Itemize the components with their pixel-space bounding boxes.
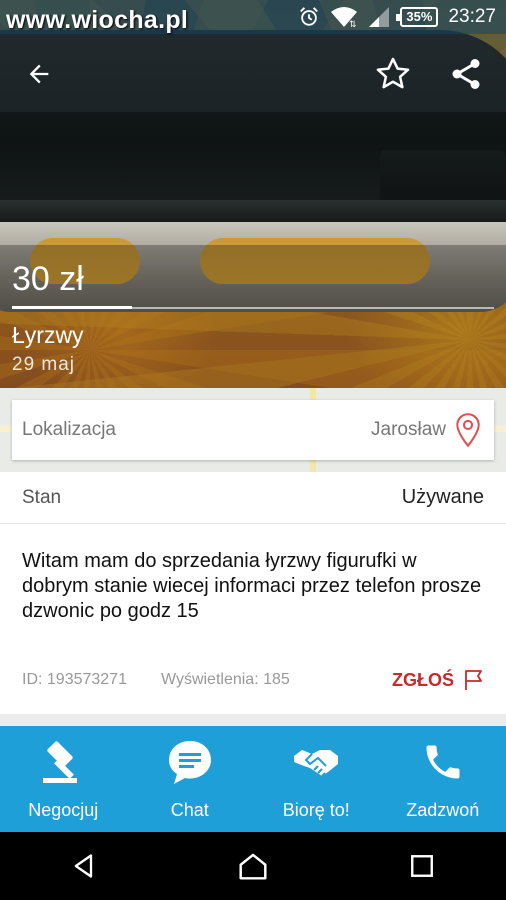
section-gap xyxy=(0,714,506,726)
phone-icon xyxy=(426,745,460,779)
system-nav-bar xyxy=(0,832,506,900)
wifi-icon: ⇅ xyxy=(331,7,358,28)
negotiate-icon-wrap xyxy=(0,726,127,790)
flag-icon xyxy=(465,670,482,690)
report-label: ZGŁOŚ xyxy=(392,669,454,690)
status-icons: ⇅ 35% 23:27 xyxy=(298,5,496,29)
nav-home-icon xyxy=(239,853,267,880)
location-city: Jarosław xyxy=(371,419,446,440)
handshake-icon xyxy=(294,750,339,777)
back-button[interactable] xyxy=(15,50,63,98)
clock: 23:27 xyxy=(448,6,496,27)
listing-meta: ID: 193573271 Wyświetlenia: 185 ZGŁOŚ xyxy=(22,668,484,692)
call-icon-wrap xyxy=(380,726,506,790)
svg-text:⇅: ⇅ xyxy=(349,19,357,28)
buy-now-button[interactable]: Biorę to! xyxy=(253,726,380,832)
nav-home-button[interactable] xyxy=(223,836,283,896)
favorite-button[interactable] xyxy=(369,50,417,98)
map-pin-icon xyxy=(456,413,480,448)
battery-icon: 35% xyxy=(396,7,439,27)
negotiate-button[interactable]: Negocjuj xyxy=(0,726,127,832)
report-button[interactable]: ZGŁOŚ xyxy=(392,669,484,691)
buy-now-icon-wrap xyxy=(253,726,380,790)
gavel-icon xyxy=(43,741,78,783)
listing-id: ID: 193573271 xyxy=(22,671,127,688)
star-outline-icon xyxy=(376,57,410,89)
buy-now-label: Biorę to! xyxy=(282,800,350,820)
arrow-back-icon xyxy=(29,64,49,84)
chat-label: Chat xyxy=(170,800,209,820)
share-icon xyxy=(452,59,480,89)
condition-row: Stan Używane xyxy=(0,472,506,524)
negotiate-label: Negocjuj xyxy=(28,800,99,820)
location-card[interactable]: Lokalizacja Jarosław xyxy=(12,400,494,460)
chat-icon-wrap xyxy=(127,726,254,790)
view-count: Wyświetlenia: 185 xyxy=(160,671,290,688)
location-label: Lokalizacja xyxy=(22,419,116,440)
call-button[interactable]: Zadzwoń xyxy=(380,726,506,832)
listing-price: 30 zł xyxy=(12,260,84,298)
action-bar: Negocjuj Chat Biorę to! Zadzwoń xyxy=(0,726,506,832)
chat-bubble-icon xyxy=(168,741,211,784)
alarm-icon xyxy=(300,7,319,26)
call-label: Zadzwoń xyxy=(406,800,480,820)
listing-details: Stan Używane Witam mam do sprzedania łyr… xyxy=(0,472,506,714)
location-value: Jarosław xyxy=(371,412,482,448)
listing-date: 29 maj xyxy=(12,354,76,375)
status-bar: www.wiocha.pl ⇅ 35% 23:27 xyxy=(0,0,506,34)
nav-back-icon xyxy=(74,854,93,878)
share-button[interactable] xyxy=(442,50,490,98)
condition-label: Stan xyxy=(22,486,62,508)
price-divider-accent xyxy=(12,306,132,309)
listing-description: Witam mam do sprzedania łyrzwy figurufki… xyxy=(22,550,482,622)
condition-value: Używane xyxy=(401,486,484,508)
nav-back-button[interactable] xyxy=(54,836,114,896)
nav-recents-button[interactable] xyxy=(392,836,452,896)
nav-recents-icon xyxy=(410,855,433,877)
photo-skate-sole xyxy=(0,200,506,222)
cell-signal-icon xyxy=(369,7,390,27)
chat-button[interactable]: Chat xyxy=(127,726,254,832)
listing-title: Łyrzwy xyxy=(12,322,84,348)
watermark: www.wiocha.pl xyxy=(6,6,189,34)
